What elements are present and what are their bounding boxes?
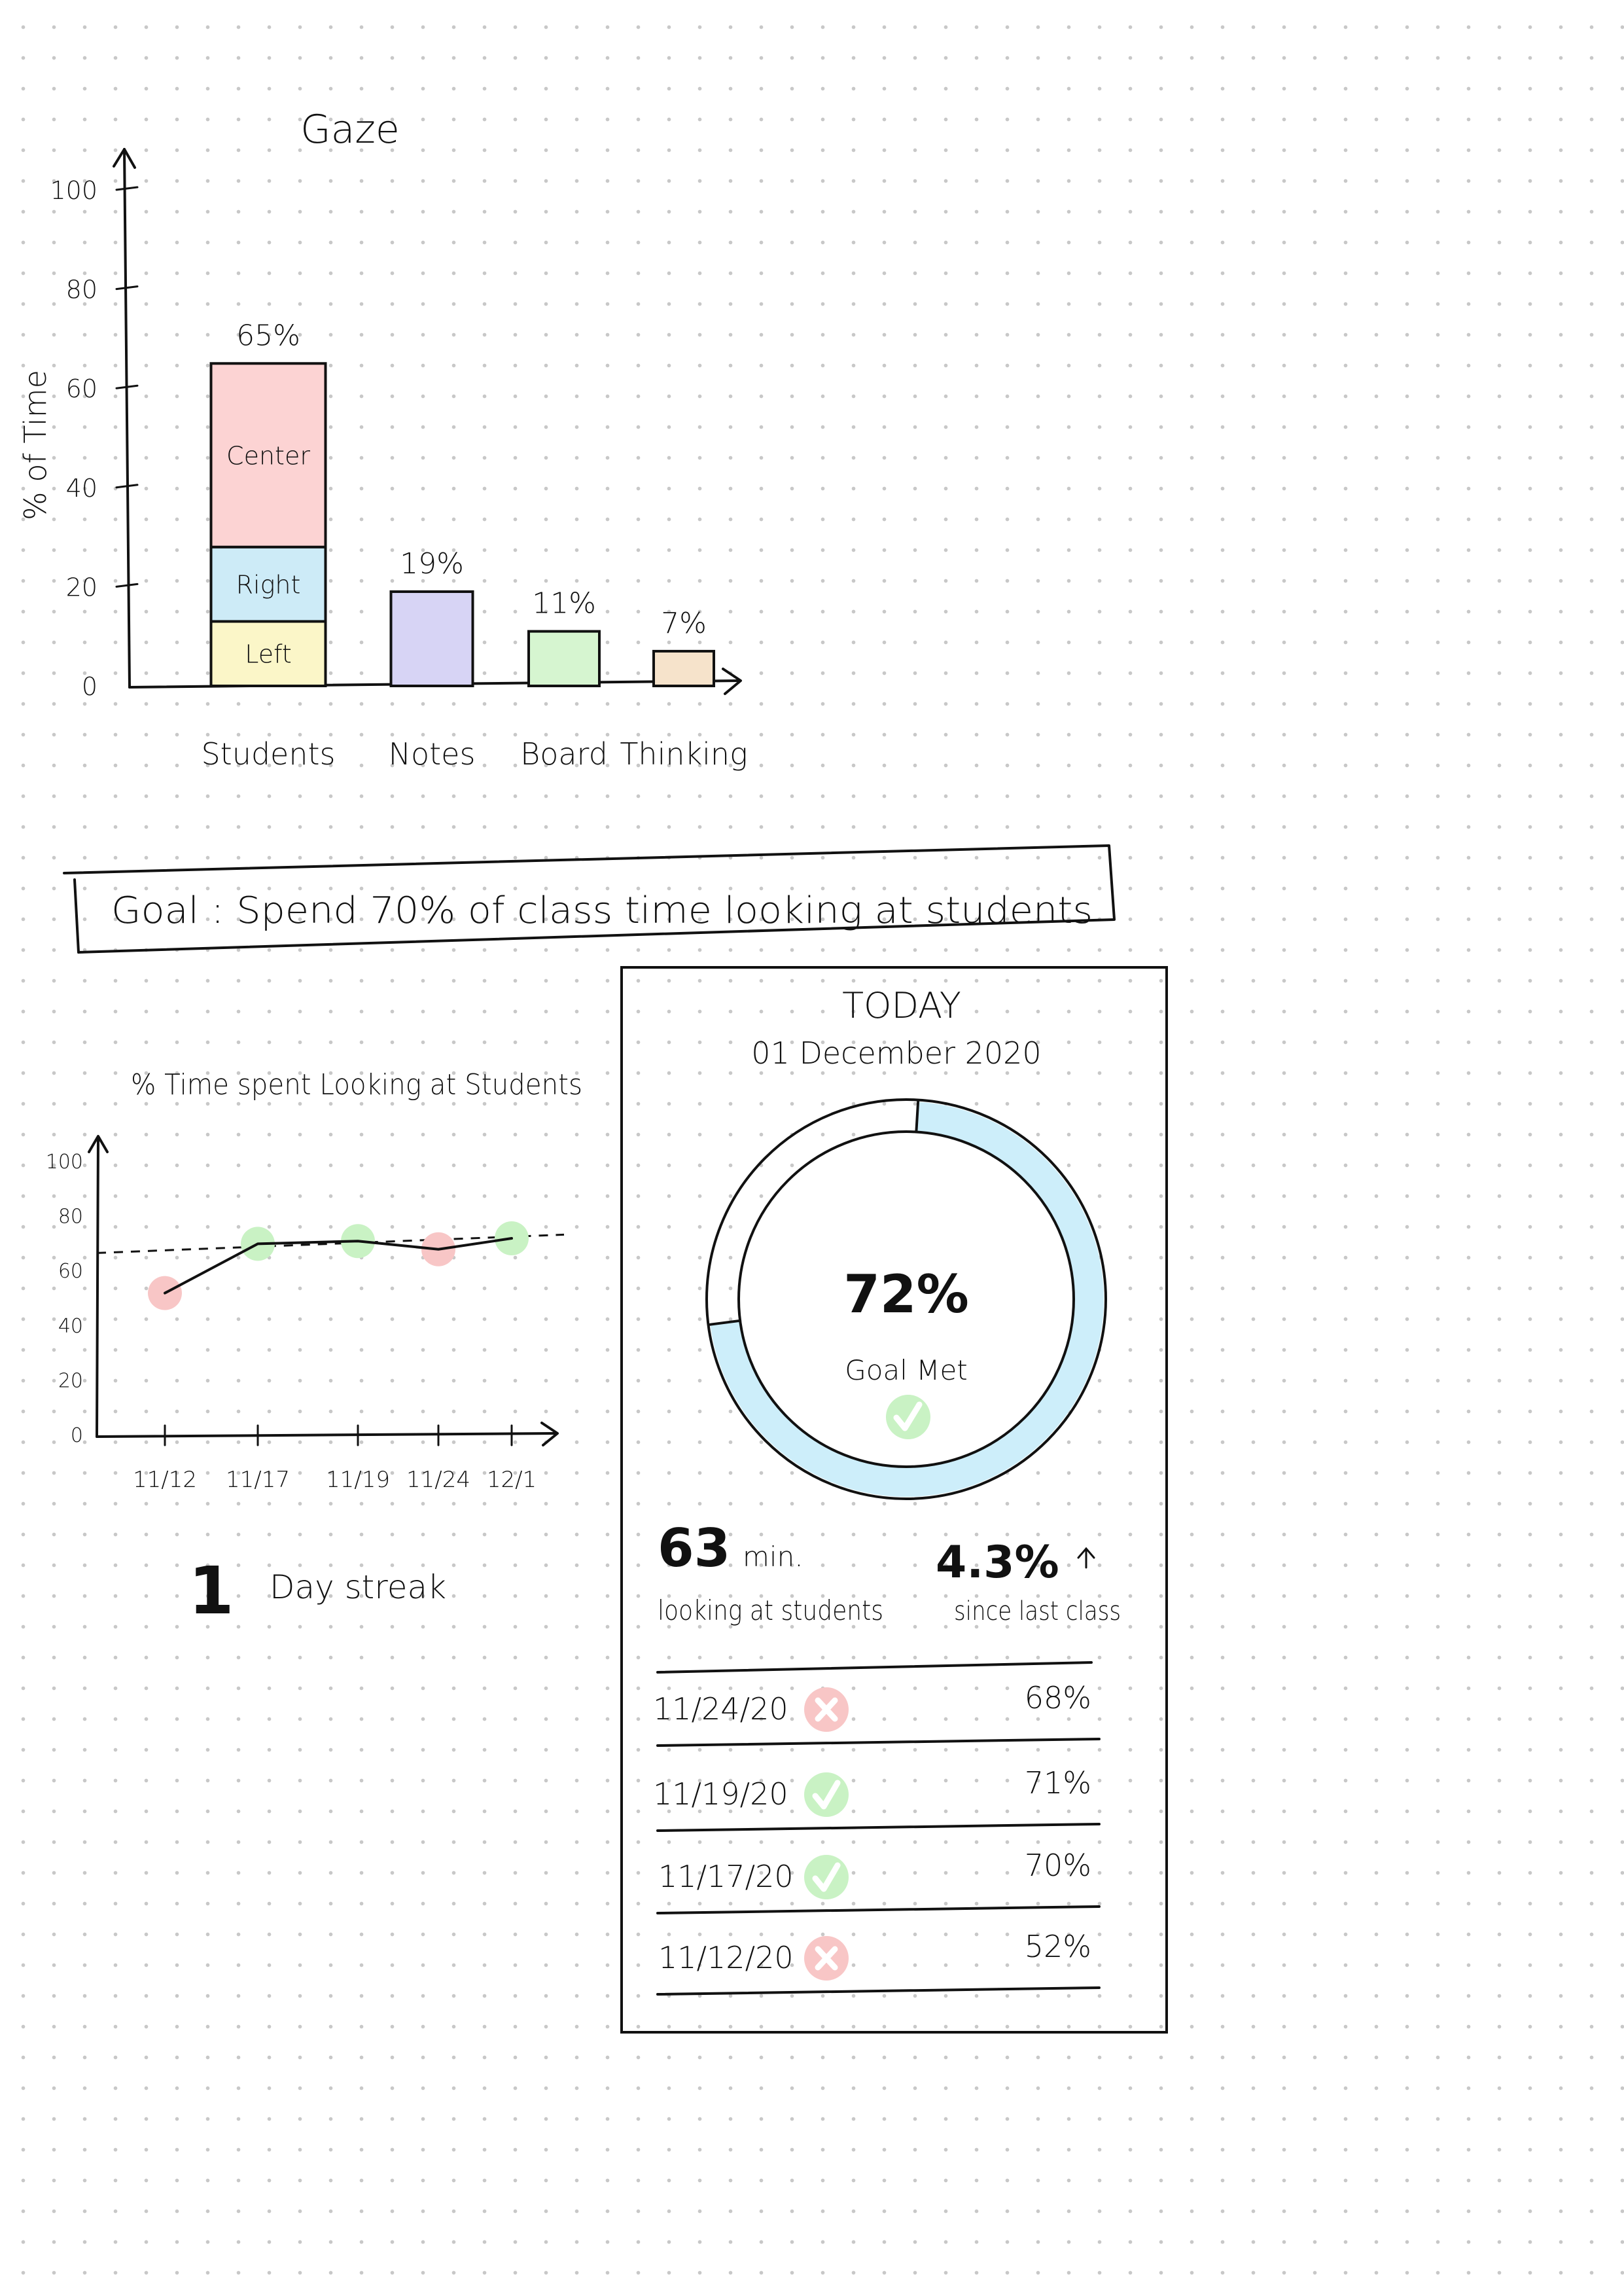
gaze-bar-value-label: 65% — [236, 319, 300, 352]
history-date: 11/17/20 — [658, 1859, 794, 1894]
gaze-y-tick — [115, 285, 139, 291]
line-series-path — [164, 1237, 513, 1295]
gaze-y-tick-label: 80 — [66, 276, 97, 304]
today-date: 01 December 2020 — [751, 1035, 1041, 1071]
gaze-y-tick-label: 60 — [66, 374, 97, 403]
history-date: 11/24/20 — [653, 1691, 788, 1727]
minutes-label: looking at students — [658, 1594, 883, 1626]
gaze-bar-value-label: 7% — [661, 607, 707, 640]
line-x-tick-label: 11/17 — [226, 1467, 290, 1493]
check-icon-bg — [804, 1772, 849, 1817]
gaze-bar-value-label: 19% — [400, 547, 464, 581]
history-divider — [656, 1986, 1101, 1996]
line-x-tick-label: 11/12 — [133, 1467, 197, 1493]
gaze-y-axis-label: % of Time — [18, 370, 53, 520]
line-x-tick-label: 11/19 — [326, 1467, 390, 1493]
streak-label: Day streak — [270, 1568, 446, 1606]
goal-banner-text: Goal : Spend 70% of class time looking a… — [111, 889, 1093, 932]
history-percent: 68% — [1025, 1680, 1091, 1715]
line-y-tick-label: 0 — [71, 1424, 83, 1447]
goal-dashed-line — [96, 1233, 565, 1254]
gaze-x-tick-label: Thinking — [620, 736, 747, 772]
line-y-axis — [96, 1136, 99, 1438]
history-row: 11/19/20 71% — [653, 1765, 1101, 1832]
gaze-bar-notes — [389, 590, 474, 687]
history-list: 11/24/20 68% 11/19/20 71% 11/17/20 70% 11/12/2… — [653, 1661, 1101, 1996]
gaze-y-tick-label: 20 — [66, 573, 97, 601]
minutes-unit: min. — [743, 1541, 803, 1573]
gaze-x-tick-label: Board — [520, 736, 608, 772]
check-icon-bg — [804, 1855, 849, 1899]
check-icon — [804, 1772, 849, 1817]
page-canvas: Gaze % of Time 0 20 40 60 80 100 Left Right Cen… — [18, 107, 1168, 2034]
streak-number: 1 — [188, 1552, 234, 1629]
history-percent: 52% — [1025, 1929, 1091, 1964]
today-percent: 72% — [843, 1264, 968, 1325]
gaze-x-tick-label: Notes — [389, 736, 476, 772]
gaze-y-tick-label: 100 — [50, 176, 97, 205]
gaze-y-axis — [123, 148, 131, 689]
gaze-y-tick-label: 0 — [82, 672, 97, 701]
students-trend-line-chart: % Time spent Looking at Students 0 20 40 60… — [46, 1068, 582, 1493]
history-divider — [656, 1661, 1093, 1674]
gaze-y-tick — [115, 186, 139, 191]
change-label: since last class — [954, 1596, 1121, 1626]
goal-banner: Goal : Spend 70% of class time looking a… — [63, 844, 1116, 954]
history-percent: 71% — [1025, 1765, 1091, 1801]
history-divider — [656, 1738, 1101, 1747]
today-panel: TODAY 01 December 2020 72% Goal Met 63 m… — [620, 966, 1168, 2034]
x-icon — [804, 1687, 849, 1732]
gaze-bar-value-label: 11% — [532, 587, 596, 620]
goal-met-check-icon — [886, 1395, 930, 1439]
today-status: Goal Met — [845, 1354, 968, 1386]
line-y-tick-label: 60 — [58, 1260, 83, 1283]
gaze-stack-label: Right — [236, 571, 301, 600]
gaze-stack-label: Center — [226, 442, 310, 471]
history-divider — [656, 1823, 1101, 1832]
arrow-up-icon — [1077, 1547, 1095, 1569]
change-value: 4.3% — [936, 1537, 1059, 1588]
gaze-y-tick — [115, 583, 139, 588]
history-divider — [656, 1905, 1101, 1914]
gaze-stack-label: Left — [245, 640, 292, 669]
line-y-tick-label: 100 — [46, 1151, 83, 1174]
history-row: 11/12/20 52% — [656, 1929, 1101, 1996]
minutes-value: 63 — [658, 1518, 730, 1579]
gaze-bar-board — [527, 630, 601, 687]
today-heading: TODAY — [842, 985, 961, 1026]
gaze-bar-thinking — [652, 649, 715, 688]
history-date: 11/12/20 — [658, 1940, 794, 1975]
line-y-tick-label: 20 — [58, 1369, 83, 1392]
line-y-tick-label: 80 — [58, 1206, 83, 1229]
x-icon — [804, 1936, 849, 1981]
history-percent: 70% — [1025, 1848, 1091, 1883]
history-row: 11/17/20 70% — [656, 1848, 1101, 1914]
streak: 1 Day streak — [188, 1552, 446, 1629]
line-chart-title: % Time spent Looking at Students — [131, 1068, 582, 1102]
line-x-tick-label: 11/24 — [406, 1467, 470, 1493]
gaze-y-tick — [115, 384, 139, 389]
check-icon — [804, 1855, 849, 1899]
gaze-x-tick-label: Students — [201, 736, 335, 772]
line-x-tick-label: 12/1 — [487, 1467, 537, 1493]
history-row: 11/24/20 68% — [653, 1680, 1101, 1747]
gaze-y-tick — [115, 484, 139, 489]
line-y-tick-label: 40 — [58, 1315, 83, 1338]
gaze-chart-title: Gaze — [300, 107, 400, 152]
progress-ring-start-mark — [915, 1100, 920, 1134]
gaze-y-tick-label: 40 — [66, 474, 97, 503]
history-date: 11/19/20 — [653, 1776, 788, 1812]
gaze-bar-chart: Gaze % of Time 0 20 40 60 80 100 Left Right Cen… — [18, 107, 748, 772]
